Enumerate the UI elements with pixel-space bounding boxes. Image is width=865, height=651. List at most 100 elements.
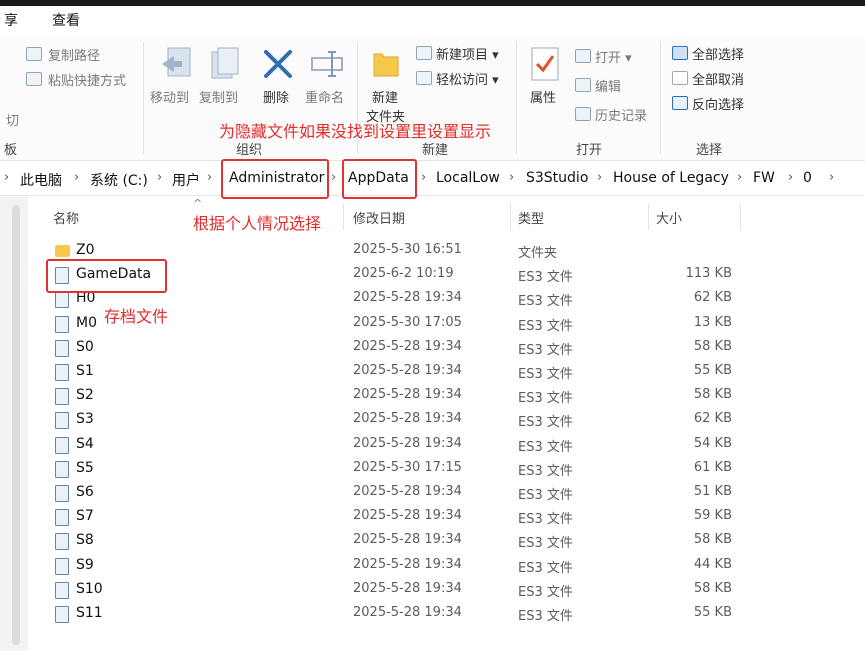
annotation-hidden-files: 为隐藏文件如果没找到设置里设置显示 <box>219 122 492 141</box>
file-name: S3 <box>76 411 94 428</box>
file-icon <box>55 509 69 527</box>
breadcrumb-this-pc[interactable]: 此电脑 <box>20 170 62 190</box>
file-type: ES3 文件 <box>518 512 573 528</box>
file-date: 2025-5-28 19:34 <box>353 338 462 354</box>
edit-icon <box>575 78 591 92</box>
chevron-right-icon: › <box>157 170 163 185</box>
file-name: S5 <box>76 459 94 476</box>
column-header-size[interactable]: 大小 <box>656 208 682 227</box>
file-date: 2025-5-28 19:34 <box>353 290 462 306</box>
file-name: Z0 <box>76 242 95 258</box>
file-row[interactable]: S4 2025-5-28 19:34 ES3 文件 54 KB <box>40 433 840 457</box>
file-date: 2025-5-28 19:34 <box>353 580 462 596</box>
sort-indicator-icon: ^ <box>193 197 203 210</box>
select-group-label: 选择 <box>696 143 723 158</box>
file-size: 61 KB <box>693 459 732 475</box>
breadcrumb-0[interactable]: 0 <box>803 170 812 186</box>
menu-view[interactable]: 查看 <box>52 10 80 30</box>
file-type: ES3 文件 <box>518 342 573 358</box>
history-icon <box>575 107 591 121</box>
file-date: 2025-5-30 17:05 <box>353 314 462 330</box>
move-to-button[interactable]: 移动到 <box>150 87 189 106</box>
file-date: 2025-5-30 16:51 <box>353 242 462 257</box>
file-date: 2025-5-28 19:34 <box>353 508 462 524</box>
menu-share[interactable]: 享 <box>4 10 18 30</box>
file-row[interactable]: S5 2025-5-30 17:15 ES3 文件 61 KB <box>40 457 840 481</box>
file-row[interactable]: S7 2025-5-28 19:34 ES3 文件 59 KB <box>40 505 840 529</box>
annotation-choose-personal: 根据个人情况选择 <box>193 214 322 233</box>
breadcrumb-system-c[interactable]: 系统 (C:) <box>90 170 148 190</box>
select-none-button[interactable]: 全部取消 <box>692 69 744 88</box>
properties-icon <box>531 47 559 81</box>
ribbon-separator <box>660 42 661 154</box>
file-icon <box>55 339 69 357</box>
column-header-type[interactable]: 类型 <box>518 208 544 227</box>
file-type: ES3 文件 <box>518 294 573 310</box>
file-row[interactable]: S3 2025-5-28 19:34 ES3 文件 62 KB <box>40 408 840 432</box>
select-all-button[interactable]: 全部选择 <box>692 44 744 63</box>
chevron-right-icon: › <box>74 170 80 185</box>
copy-path-button[interactable]: 复制路径 <box>48 45 100 64</box>
file-name: S11 <box>76 605 103 621</box>
file-name: S0 <box>76 338 94 355</box>
chevron-right-icon: › <box>4 170 10 185</box>
file-row[interactable]: S1 2025-5-28 19:34 ES3 文件 55 KB <box>40 360 840 384</box>
file-date: 2025-6-2 10:19 <box>353 266 454 282</box>
delete-button[interactable]: 删除 <box>263 87 289 106</box>
file-row[interactable]: S10 2025-5-28 19:34 ES3 文件 58 KB <box>40 578 840 602</box>
column-header-name[interactable]: 名称 <box>53 208 79 227</box>
invert-selection-icon <box>672 96 688 110</box>
column-separator[interactable] <box>343 204 344 230</box>
breadcrumb-users[interactable]: 用户 <box>172 170 200 190</box>
file-name: S2 <box>76 387 94 404</box>
file-size: 13 KB <box>693 314 732 330</box>
folder-icon <box>55 245 70 257</box>
breadcrumb-fw[interactable]: FW <box>753 170 775 186</box>
file-icon <box>55 315 69 333</box>
file-row[interactable]: S0 2025-5-28 19:34 ES3 文件 58 KB <box>40 336 840 360</box>
file-name: S9 <box>76 556 94 573</box>
file-icon <box>55 485 69 502</box>
file-row[interactable]: S11 2025-5-28 19:34 ES3 文件 55 KB <box>40 602 840 626</box>
move-to-icon <box>162 47 191 77</box>
history-button[interactable]: 历史记录 <box>595 105 647 124</box>
file-row[interactable]: S8 2025-5-28 19:34 ES3 文件 58 KB <box>40 529 840 553</box>
breadcrumb-locallow[interactable]: LocalLow <box>436 170 500 186</box>
navigation-scrollbar[interactable] <box>12 205 20 645</box>
rename-icon <box>311 51 343 77</box>
breadcrumb-s3studio[interactable]: S3Studio <box>526 170 588 186</box>
new-item-icon <box>416 46 432 60</box>
file-type: ES3 文件 <box>518 391 573 407</box>
file-type: ES3 文件 <box>518 439 573 455</box>
file-size: 113 KB <box>685 266 732 282</box>
file-name: S10 <box>76 580 103 597</box>
cut-button[interactable]: 切 <box>6 110 19 129</box>
file-type: ES3 文件 <box>518 488 573 503</box>
chevron-right-icon: › <box>737 170 743 185</box>
invert-selection-button[interactable]: 反向选择 <box>692 94 744 113</box>
new-item-button[interactable]: 新建项目 ▾ <box>436 44 499 63</box>
breadcrumb-house-of-legacy[interactable]: House of Legacy <box>613 170 729 186</box>
file-row[interactable]: S6 2025-5-28 19:34 ES3 文件 51 KB <box>40 481 840 505</box>
new-folder-button-line1[interactable]: 新建 <box>372 87 398 106</box>
chevron-right-icon: › <box>421 170 427 185</box>
column-separator[interactable] <box>648 204 649 230</box>
file-icon <box>55 291 69 309</box>
properties-button[interactable]: 属性 <box>530 87 556 106</box>
edit-button[interactable]: 编辑 <box>595 76 621 95</box>
chevron-right-icon: › <box>331 170 337 185</box>
column-separator[interactable] <box>510 204 511 230</box>
copy-to-button[interactable]: 复制到 <box>199 87 238 106</box>
column-separator[interactable] <box>740 204 741 230</box>
file-date: 2025-5-28 19:34 <box>353 387 462 403</box>
file-type: ES3 文件 <box>518 270 573 286</box>
file-row[interactable]: S2 2025-5-28 19:34 ES3 文件 58 KB <box>40 384 840 408</box>
rename-button[interactable]: 重命名 <box>305 87 344 106</box>
file-size: 62 KB <box>693 411 732 427</box>
paste-shortcut-button[interactable]: 粘贴快捷方式 <box>48 70 126 89</box>
easy-access-button[interactable]: 轻松访问 ▾ <box>436 69 499 88</box>
open-button[interactable]: 打开 ▾ <box>595 47 632 66</box>
file-name: S1 <box>76 363 94 379</box>
file-row[interactable]: S9 2025-5-28 19:34 ES3 文件 44 KB <box>40 554 840 578</box>
column-header-date[interactable]: 修改日期 <box>353 208 405 227</box>
